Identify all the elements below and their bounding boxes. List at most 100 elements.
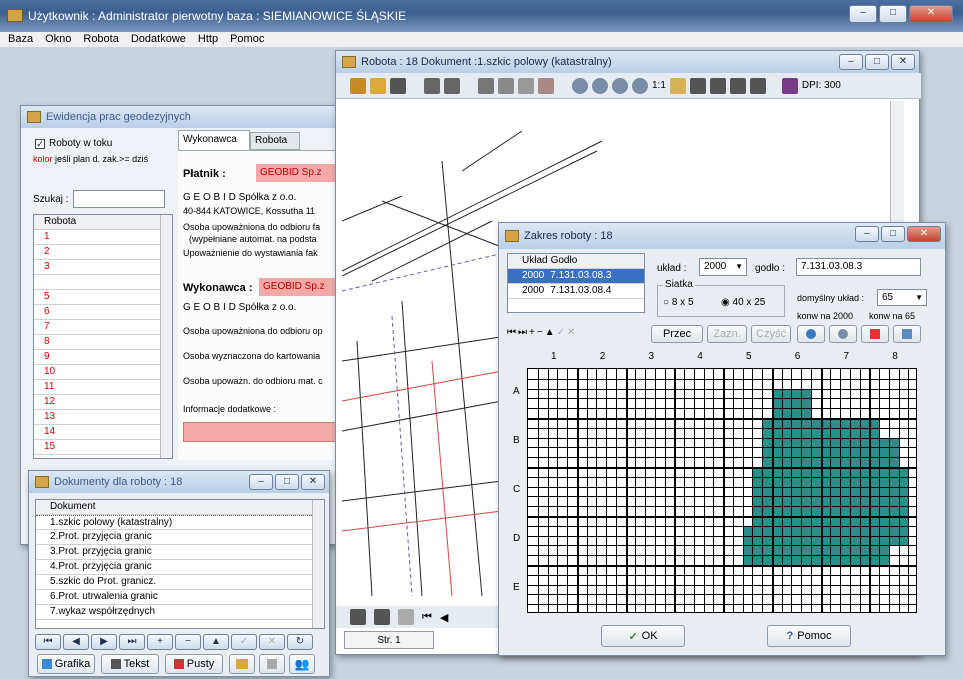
grid-cell-filled[interactable] bbox=[762, 476, 772, 487]
grid-cell-filled[interactable] bbox=[840, 555, 850, 565]
grid-cell-filled[interactable] bbox=[859, 486, 870, 497]
grid-cell-filled[interactable] bbox=[879, 545, 889, 556]
zoom-1-1-button[interactable]: 1:1 bbox=[652, 80, 666, 91]
grid-cell-filled[interactable] bbox=[898, 476, 909, 487]
grid-cell-filled[interactable] bbox=[849, 427, 860, 438]
zoom-in-icon[interactable] bbox=[592, 77, 608, 94]
grid-cell-filled[interactable] bbox=[810, 457, 821, 467]
grid-cell-filled[interactable] bbox=[801, 496, 811, 507]
grid-cell-filled[interactable] bbox=[801, 555, 811, 565]
grid-cell-filled[interactable] bbox=[898, 525, 909, 536]
search-input[interactable] bbox=[73, 190, 165, 208]
grid-cell-filled[interactable] bbox=[781, 555, 792, 565]
grid-cell-filled[interactable] bbox=[801, 525, 811, 536]
redo2-icon[interactable] bbox=[749, 77, 766, 94]
konw-65-label[interactable]: konw na 65 bbox=[869, 311, 915, 321]
grid-cell-filled[interactable] bbox=[791, 555, 801, 565]
post-record-button[interactable]: ✓ bbox=[231, 634, 257, 650]
zoom-out-icon[interactable] bbox=[612, 77, 628, 94]
grid-cell-filled[interactable] bbox=[781, 535, 792, 546]
exit-button[interactable] bbox=[893, 325, 921, 343]
grid-cell-filled[interactable] bbox=[859, 506, 870, 516]
grid-cell-filled[interactable] bbox=[791, 457, 801, 467]
grid-cell-filled[interactable] bbox=[801, 545, 811, 556]
grid-cell-filled[interactable] bbox=[859, 496, 870, 507]
grid-cell-filled[interactable] bbox=[840, 457, 850, 467]
zakres-close-button[interactable]: ✕ bbox=[907, 226, 941, 242]
grid-cell-filled[interactable] bbox=[888, 447, 899, 458]
robota-row[interactable]: 14 bbox=[34, 425, 172, 440]
cancel-record-button[interactable]: ✕ bbox=[259, 634, 285, 650]
grid-cell-filled[interactable] bbox=[859, 525, 870, 536]
grid-cell-filled[interactable] bbox=[791, 447, 801, 458]
grid-cell-filled[interactable] bbox=[888, 476, 899, 487]
dokument-list-scrollbar[interactable] bbox=[312, 500, 324, 628]
grid-cell-filled[interactable] bbox=[742, 555, 753, 565]
dokument-row[interactable]: 5.szkic do Prot. granicz. bbox=[36, 575, 324, 590]
grid-cell-filled[interactable] bbox=[762, 506, 772, 516]
grid-cell-filled[interactable] bbox=[742, 545, 753, 556]
przec-button[interactable]: Przec bbox=[651, 325, 703, 343]
robota-row[interactable]: 10 bbox=[34, 365, 172, 380]
grid-cell-filled[interactable] bbox=[830, 447, 840, 458]
grid-cell-filled[interactable] bbox=[888, 525, 899, 536]
robota-list[interactable]: Robota 1 2 3 5 6 7 8 9 10 11 12 13 14 15 bbox=[33, 214, 173, 459]
grid-cell-filled[interactable] bbox=[810, 535, 821, 546]
tab-wykonawca[interactable]: Wykonawca bbox=[178, 130, 250, 150]
zakres-maximize-button[interactable]: □ bbox=[881, 226, 905, 242]
grid-cell-filled[interactable] bbox=[810, 545, 821, 556]
grid-cell-filled[interactable] bbox=[810, 476, 821, 487]
grid-cell-filled[interactable] bbox=[791, 437, 801, 448]
grid-cell-filled[interactable] bbox=[859, 535, 870, 546]
grid-cell-filled[interactable] bbox=[849, 496, 860, 507]
open-icon[interactable] bbox=[370, 77, 386, 94]
cancel-record-button[interactable]: ✕ bbox=[567, 327, 575, 343]
grid-cell-filled[interactable] bbox=[781, 408, 792, 418]
grid-cell-filled[interactable] bbox=[810, 427, 821, 438]
grid-cell-filled[interactable] bbox=[752, 525, 762, 536]
grid-cell-filled[interactable] bbox=[762, 525, 772, 536]
czysc-button[interactable]: Czyść bbox=[751, 325, 791, 343]
redo-icon[interactable] bbox=[729, 77, 746, 94]
dokument-row[interactable]: 4.Prot. przyjęcia granic bbox=[36, 560, 324, 575]
grid-cell-filled[interactable] bbox=[791, 388, 801, 399]
first-record-button[interactable]: ⏮ bbox=[35, 634, 61, 650]
grid-cell-filled[interactable] bbox=[859, 437, 870, 448]
grid-cell-filled[interactable] bbox=[849, 525, 860, 536]
grid-cell-filled[interactable] bbox=[791, 476, 801, 487]
grid-cell-filled[interactable] bbox=[879, 555, 889, 565]
grid-cell-filled[interactable] bbox=[879, 486, 889, 497]
grid-cell-filled[interactable] bbox=[888, 457, 899, 467]
add-record-button[interactable]: + bbox=[147, 634, 173, 650]
checkbox-checked-icon[interactable]: ✓ bbox=[35, 138, 45, 149]
tab-robota[interactable]: Robota bbox=[250, 132, 300, 150]
dokumenty-minimize-button[interactable]: – bbox=[249, 474, 273, 490]
print-icon[interactable] bbox=[390, 77, 406, 94]
rotate-right-icon[interactable] bbox=[444, 77, 460, 94]
grid-cell-filled[interactable] bbox=[898, 486, 909, 497]
grid-cell-filled[interactable] bbox=[830, 506, 840, 516]
first-record-button[interactable]: ⏮ bbox=[507, 327, 516, 343]
grid-cell-filled[interactable] bbox=[791, 427, 801, 438]
grid-cell-filled[interactable] bbox=[898, 506, 909, 516]
grid-cell-filled[interactable] bbox=[762, 496, 772, 507]
grid-cell-filled[interactable] bbox=[781, 525, 792, 536]
grid-cell-filled[interactable] bbox=[840, 545, 850, 556]
robota-row[interactable]: 6 bbox=[34, 305, 172, 320]
grid-cell-filled[interactable] bbox=[762, 545, 772, 556]
hand-icon[interactable] bbox=[669, 77, 686, 94]
prev-record-button[interactable]: ◀ bbox=[63, 634, 89, 650]
print-icon[interactable] bbox=[350, 609, 366, 625]
grid-cell-filled[interactable] bbox=[840, 525, 850, 536]
grid-cell-filled[interactable] bbox=[801, 408, 811, 418]
dokumenty-close-button[interactable]: ✕ bbox=[301, 474, 325, 490]
robota-maximize-button[interactable]: □ bbox=[865, 54, 889, 70]
zoom-icon[interactable] bbox=[632, 77, 648, 94]
grid-cell-filled[interactable] bbox=[879, 506, 889, 516]
grid-cell-filled[interactable] bbox=[810, 447, 821, 458]
zakres-row[interactable]: 2000 7.131.03.08.3 bbox=[508, 269, 644, 284]
grid-cell-filled[interactable] bbox=[830, 496, 840, 507]
konw-2000-label[interactable]: konw na 2000 bbox=[797, 311, 853, 321]
last-record-button[interactable]: ⏭ bbox=[518, 327, 527, 343]
menu-baza[interactable]: Baza bbox=[8, 32, 33, 47]
